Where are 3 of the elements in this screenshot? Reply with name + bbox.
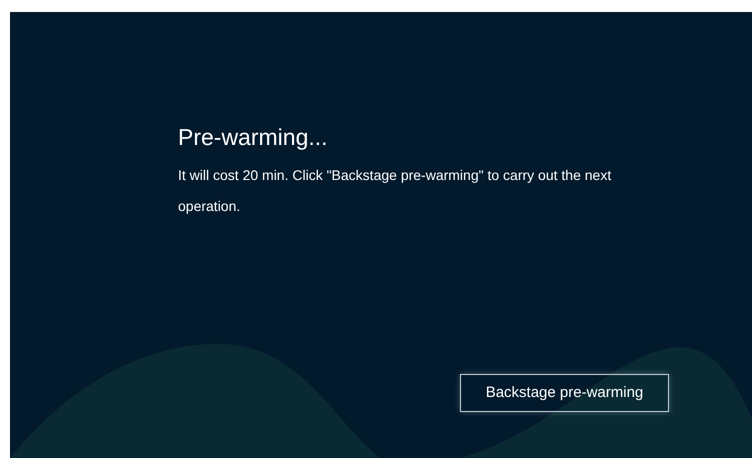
action-button[interactable]: Backstage pre-warming bbox=[460, 374, 669, 412]
dialog-title: Pre-warming... bbox=[178, 123, 329, 152]
dialog-message: It will cost 20 min. Click "Backstage pre-warming" to carry out the next operation. bbox=[178, 166, 612, 216]
